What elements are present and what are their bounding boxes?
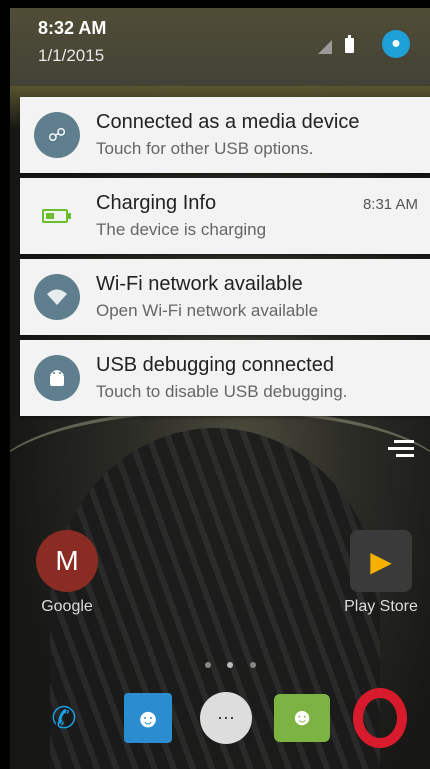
status-time: 8:32 AM: [38, 18, 107, 38]
notification-shade-header: 8:32 AM 1/1/2015 ●: [10, 8, 430, 86]
battery-charging-icon: [34, 193, 80, 239]
app-play-store[interactable]: ▶ Play Store: [338, 530, 424, 616]
notification-wifi-available[interactable]: Wi-Fi network available Open Wi-Fi netwo…: [20, 259, 430, 335]
dock: ✆ ☻ ⋯ ☻: [10, 680, 430, 760]
play-store-icon: ▶: [350, 530, 412, 592]
android-debug-icon: [34, 355, 80, 401]
notification-text: The device is charging: [96, 220, 267, 239]
notification-text: Touch for other USB options.: [96, 139, 314, 158]
app-label: Google: [41, 598, 93, 615]
clear-all-notifications-icon[interactable]: [388, 438, 414, 460]
notification-charging-info[interactable]: Charging Info The device is charging 8:3…: [20, 178, 430, 254]
notification-title: Charging Info: [96, 192, 217, 214]
notification-usb-media[interactable]: ☍ Connected as a media device Touch for …: [20, 97, 430, 173]
battery-icon: [345, 35, 354, 53]
app-drawer-icon[interactable]: ⋯: [196, 688, 256, 748]
notification-title: Wi-Fi network available: [96, 273, 303, 295]
page-dot: [205, 662, 211, 668]
notification-text: Touch to disable USB debugging.: [96, 382, 348, 401]
phone-icon[interactable]: ✆: [34, 688, 94, 748]
app-label: Play Store: [344, 598, 418, 615]
status-date: 1/1/2015: [38, 46, 105, 65]
wifi-icon: [34, 274, 80, 320]
page-dot: [227, 662, 234, 668]
notification-usb-debugging[interactable]: USB debugging connected Touch to disable…: [20, 340, 430, 416]
messaging-icon[interactable]: ☻: [272, 688, 332, 748]
user-avatar-icon[interactable]: ●: [382, 30, 410, 58]
app-google[interactable]: M Google: [24, 530, 110, 616]
notification-text: Open Wi-Fi network available: [96, 301, 319, 320]
contacts-icon[interactable]: ☻: [118, 688, 178, 748]
notification-time: 8:31 AM: [362, 196, 418, 213]
notification-title: Connected as a media device: [96, 111, 360, 133]
signal-icon: [318, 40, 332, 54]
page-indicator: [199, 655, 262, 673]
gmail-icon: M: [36, 530, 98, 592]
notification-title: USB debugging connected: [96, 354, 334, 376]
usb-icon: ☍: [34, 112, 80, 158]
opera-icon[interactable]: [350, 688, 410, 748]
page-dot: [249, 662, 256, 668]
